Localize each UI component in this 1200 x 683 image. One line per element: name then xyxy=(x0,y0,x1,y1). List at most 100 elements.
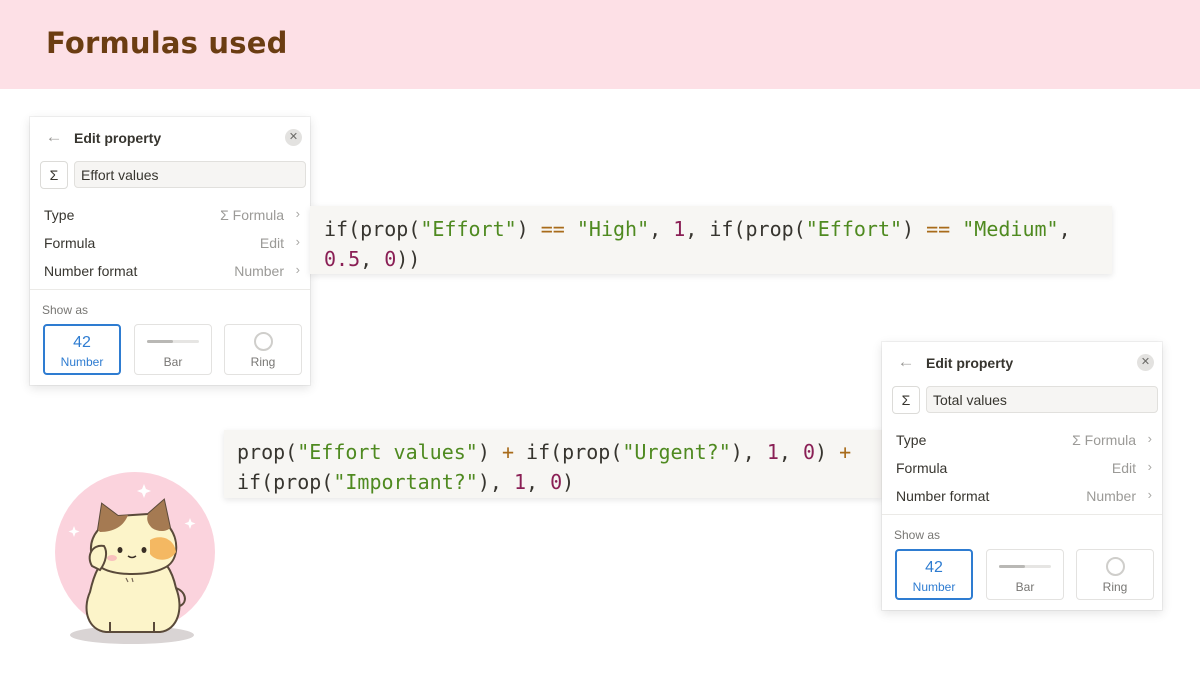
code-token: , xyxy=(526,470,551,494)
number-sample: 42 xyxy=(73,334,91,351)
property-name-input[interactable] xyxy=(74,161,306,188)
chevron-right-icon: › xyxy=(1147,487,1152,502)
arrow-left-icon[interactable]: ← xyxy=(44,127,64,147)
code-token: 0 xyxy=(550,470,563,494)
show-as-label: Show as xyxy=(894,528,941,542)
code-token: "Effort" xyxy=(805,217,903,241)
type-label: Type xyxy=(896,432,927,448)
show-as-ring-option[interactable]: Ring xyxy=(1076,549,1154,600)
type-row[interactable]: Type Σ Formula › xyxy=(30,201,310,229)
number-sample: 42 xyxy=(925,559,943,576)
bar-preview-icon xyxy=(999,565,1051,568)
panel-header: ← Edit property ✕ xyxy=(30,117,310,157)
code-token: ) xyxy=(477,440,502,464)
code-token: ) xyxy=(902,217,927,241)
code-token: prop( xyxy=(237,440,298,464)
code-token: "High" xyxy=(576,217,650,241)
code-token: "Medium" xyxy=(962,217,1059,241)
close-icon[interactable]: ✕ xyxy=(285,129,302,146)
close-icon[interactable]: ✕ xyxy=(1137,354,1154,371)
code-token: 0 xyxy=(803,440,816,464)
property-name-input[interactable] xyxy=(926,386,1158,413)
edit-property-panel-effort: ← Edit property ✕ Σ Type Σ Formula › For… xyxy=(30,117,310,385)
code-token: ) xyxy=(815,440,840,464)
code-line: 0.5, 0)) xyxy=(324,244,1098,274)
code-token: , xyxy=(360,247,385,271)
show-as-number-option[interactable]: 42 Number xyxy=(895,549,973,600)
option-label: Bar xyxy=(1015,580,1035,594)
chevron-right-icon: › xyxy=(295,262,300,277)
code-line: prop("Effort values") + if(prop("Urgent?… xyxy=(237,437,869,467)
divider xyxy=(30,289,310,290)
code-token: 1 xyxy=(766,440,779,464)
option-label: Bar xyxy=(163,355,183,369)
bar-preview-fill xyxy=(147,340,173,343)
type-value: Σ Formula xyxy=(220,207,284,223)
header-banner: Formulas used xyxy=(0,0,1200,89)
formula-code-block-total: prop("Effort values") + if(prop("Urgent?… xyxy=(224,430,882,498)
formula-label: Formula xyxy=(896,460,948,476)
code-token: ) xyxy=(562,470,575,494)
code-token: ) xyxy=(516,217,541,241)
sigma-icon[interactable]: Σ xyxy=(892,386,920,414)
sigma-icon[interactable]: Σ xyxy=(40,161,68,189)
option-label: Ring xyxy=(1102,580,1128,594)
code-token: 0 xyxy=(384,247,397,271)
code-token: "Important?" xyxy=(333,470,478,494)
code-token: "Urgent?" xyxy=(622,440,731,464)
formula-row[interactable]: Formula Edit › xyxy=(882,454,1162,482)
code-token: , xyxy=(778,440,803,464)
code-token: , if(prop( xyxy=(685,217,806,241)
code-token: )) xyxy=(396,247,421,271)
number-format-label: Number format xyxy=(896,488,990,504)
number-format-row[interactable]: Number format Number › xyxy=(882,482,1162,510)
code-token: if(prop( xyxy=(237,470,334,494)
code-token: 0.5 xyxy=(324,247,361,271)
formula-label: Formula xyxy=(44,235,96,251)
formula-row[interactable]: Formula Edit › xyxy=(30,229,310,257)
type-row[interactable]: Type Σ Formula › xyxy=(882,426,1162,454)
show-as-bar-option[interactable]: Bar xyxy=(134,324,212,375)
page-title: Formulas used xyxy=(46,26,288,60)
number-format-row[interactable]: Number format Number › xyxy=(30,257,310,285)
code-token: ), xyxy=(730,440,767,464)
bar-preview-icon xyxy=(147,340,199,343)
code-token: + xyxy=(839,440,852,464)
code-token: if(prop( xyxy=(324,217,421,241)
ring-preview-icon xyxy=(254,332,273,351)
option-label: Ring xyxy=(250,355,276,369)
code-token: + xyxy=(501,440,514,464)
code-token: ), xyxy=(477,470,514,494)
show-as-bar-option[interactable]: Bar xyxy=(986,549,1064,600)
chevron-right-icon: › xyxy=(1147,431,1152,446)
code-token: if(prop( xyxy=(513,440,623,464)
show-as-ring-option[interactable]: Ring xyxy=(224,324,302,375)
chevron-right-icon: › xyxy=(295,234,300,249)
chevron-right-icon: › xyxy=(295,206,300,221)
panel-title: Edit property xyxy=(926,355,1014,371)
code-token: "Effort values" xyxy=(297,440,478,464)
code-line: if(prop("Important?"), 1, 0) xyxy=(237,467,869,497)
bar-preview-fill xyxy=(999,565,1025,568)
show-as-number-option[interactable]: 42 Number xyxy=(43,324,121,375)
type-value: Σ Formula xyxy=(1072,432,1136,448)
divider xyxy=(882,514,1162,515)
panel-title: Edit property xyxy=(74,130,162,146)
number-format-value: Number xyxy=(1086,488,1136,504)
chevron-right-icon: › xyxy=(1147,459,1152,474)
number-format-value: Number xyxy=(234,263,284,279)
option-label: Number xyxy=(60,355,104,369)
panel-header: ← Edit property ✕ xyxy=(882,342,1162,382)
code-token: 1 xyxy=(513,470,526,494)
code-token: , xyxy=(1058,217,1071,241)
code-token: == xyxy=(540,217,565,241)
type-label: Type xyxy=(44,207,75,223)
show-as-label: Show as xyxy=(42,303,89,317)
ring-preview-icon xyxy=(1106,557,1125,576)
arrow-left-icon[interactable]: ← xyxy=(896,352,916,372)
formula-value: Edit xyxy=(1111,460,1136,476)
formula-value: Edit xyxy=(259,235,284,251)
edit-property-panel-total: ← Edit property ✕ Σ Type Σ Formula › For… xyxy=(882,342,1162,610)
